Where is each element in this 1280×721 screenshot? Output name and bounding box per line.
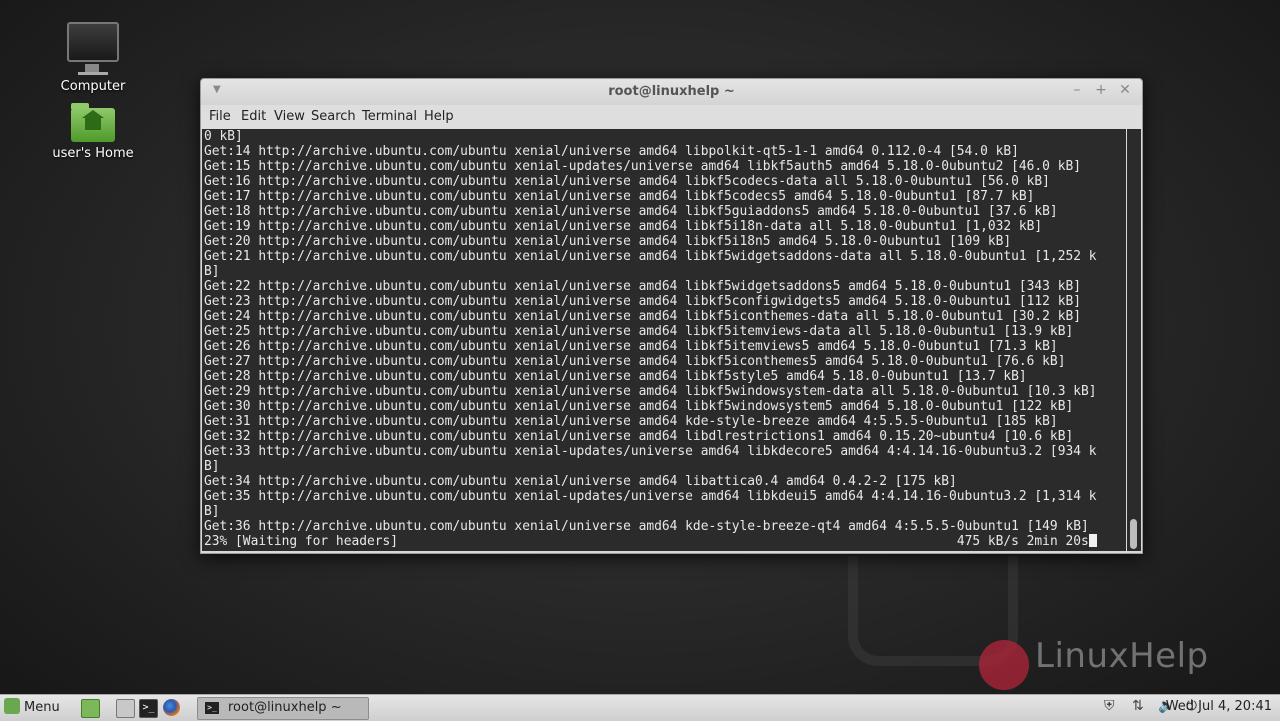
minimize-button[interactable]: – [1068, 82, 1086, 98]
terminal-line: Get:20 http://archive.ubuntu.com/ubuntu … [204, 234, 1012, 249]
files-icon[interactable] [116, 699, 135, 718]
terminal-line: Get:29 http://archive.ubuntu.com/ubuntu … [204, 384, 1097, 399]
terminal-line: Get:30 http://archive.ubuntu.com/ubuntu … [204, 399, 1074, 414]
terminal-status-line: 23% [Waiting for headers] 475 kB/s 2min … [204, 534, 1097, 549]
terminal-line: Get:18 http://archive.ubuntu.com/ubuntu … [204, 204, 1058, 219]
menu-search[interactable]: Search [311, 109, 356, 124]
menu-terminal[interactable]: Terminal [362, 109, 417, 124]
menu-help[interactable]: Help [424, 109, 454, 124]
terminal-icon: >_ [205, 702, 219, 714]
terminal-line: 0 kB] [204, 129, 243, 144]
desktop-icon-home[interactable]: user's Home [38, 103, 148, 161]
desktop-icon-label: user's Home [52, 146, 134, 161]
network-icon[interactable]: ⇅ [1132, 698, 1144, 714]
terminal-line: Get:34 http://archive.ubuntu.com/ubuntu … [204, 474, 957, 489]
window-title: root@linuxhelp ~ [608, 84, 735, 99]
start-menu-button[interactable]: Menu [4, 698, 60, 718]
terminal-line: Get:35 http://archive.ubuntu.com/ubuntu … [204, 489, 1097, 504]
terminal-line: Get:24 http://archive.ubuntu.com/ubuntu … [204, 309, 1081, 324]
desktop-icon-label: Computer [60, 79, 126, 94]
terminal-line: B] [204, 264, 220, 279]
terminal-lines: 0 kB] Get:14 http://archive.ubuntu.com/ub… [204, 129, 1097, 549]
terminal-line: Get:19 http://archive.ubuntu.com/ubuntu … [204, 219, 1043, 234]
linuxhelp-watermark: LinuxHelp [975, 632, 1235, 692]
firefox-icon[interactable] [163, 699, 180, 716]
show-desktop-icon[interactable] [81, 699, 100, 718]
terminal-line: Get:26 http://archive.ubuntu.com/ubuntu … [204, 339, 1058, 354]
terminal-output[interactable]: 0 kB] Get:14 http://archive.ubuntu.com/ub… [202, 129, 1126, 551]
terminal-line: Get:32 http://archive.ubuntu.com/ubuntu … [204, 429, 1074, 444]
terminal-line: Get:36 http://archive.ubuntu.com/ubuntu … [204, 519, 1089, 534]
task-label: root@linuxhelp ~ [228, 700, 342, 715]
status-speed: 475 kB/s 2min 20s [956, 534, 1089, 549]
computer-icon [67, 22, 119, 72]
taskbar: Menu >_ >_ root@linuxhelp ~ ⛨ ⇅ 🔈 ⏻ Wed … [0, 694, 1280, 721]
clock[interactable]: Wed Jul 4, 20:41 [1166, 699, 1272, 714]
close-button[interactable]: ✕ [1116, 82, 1134, 98]
menu-label: Menu [24, 700, 60, 715]
maximize-button[interactable]: + [1092, 82, 1110, 98]
terminal-line: Get:17 http://archive.ubuntu.com/ubuntu … [204, 189, 1035, 204]
terminal-line: Get:22 http://archive.ubuntu.com/ubuntu … [204, 279, 1081, 294]
menu-file[interactable]: File [209, 109, 231, 124]
desktop-icon-computer[interactable]: Computer [38, 22, 148, 94]
status-progress: 23% [Waiting for headers] [204, 534, 399, 549]
terminal-line: Get:31 http://archive.ubuntu.com/ubuntu … [204, 414, 1058, 429]
terminal-icon[interactable]: >_ [139, 699, 158, 718]
menu-edit[interactable]: Edit [241, 109, 266, 124]
terminal-line: B] [204, 459, 220, 474]
terminal-line: Get:33 http://archive.ubuntu.com/ubuntu … [204, 444, 1097, 459]
terminal-line: Get:14 http://archive.ubuntu.com/ubuntu … [204, 144, 1019, 159]
watermark-text: LinuxHelp [1035, 636, 1209, 676]
shield-icon[interactable]: ⛨ [1104, 698, 1115, 714]
terminal-line: Get:28 http://archive.ubuntu.com/ubuntu … [204, 369, 1027, 384]
terminal-line: Get:27 http://archive.ubuntu.com/ubuntu … [204, 354, 1066, 369]
terminal-scrollbar[interactable] [1127, 129, 1141, 551]
taskbar-window-item[interactable]: >_ root@linuxhelp ~ [197, 697, 369, 720]
linuxhelp-logo-icon [979, 640, 1029, 690]
terminal-line: Get:16 http://archive.ubuntu.com/ubuntu … [204, 174, 1050, 189]
mint-menu-icon [4, 698, 20, 714]
menu-view[interactable]: View [274, 109, 305, 124]
terminal-cursor [1088, 534, 1097, 547]
home-folder-icon [71, 103, 115, 142]
terminal-window[interactable]: ▼ root@linuxhelp ~ – + ✕ File Edit View … [200, 78, 1143, 554]
terminal-line: Get:21 http://archive.ubuntu.com/ubuntu … [204, 249, 1097, 264]
terminal-line: Get:15 http://archive.ubuntu.com/ubuntu … [204, 159, 1081, 174]
window-titlebar[interactable]: ▼ root@linuxhelp ~ – + ✕ [201, 79, 1142, 105]
menu-bar: File Edit View Search Terminal Help [201, 105, 1142, 129]
terminal-line: B] [204, 504, 220, 519]
terminal-line: Get:23 http://archive.ubuntu.com/ubuntu … [204, 294, 1081, 309]
terminal-line: Get:25 http://archive.ubuntu.com/ubuntu … [204, 324, 1074, 339]
scrollbar-thumb[interactable] [1130, 519, 1137, 549]
